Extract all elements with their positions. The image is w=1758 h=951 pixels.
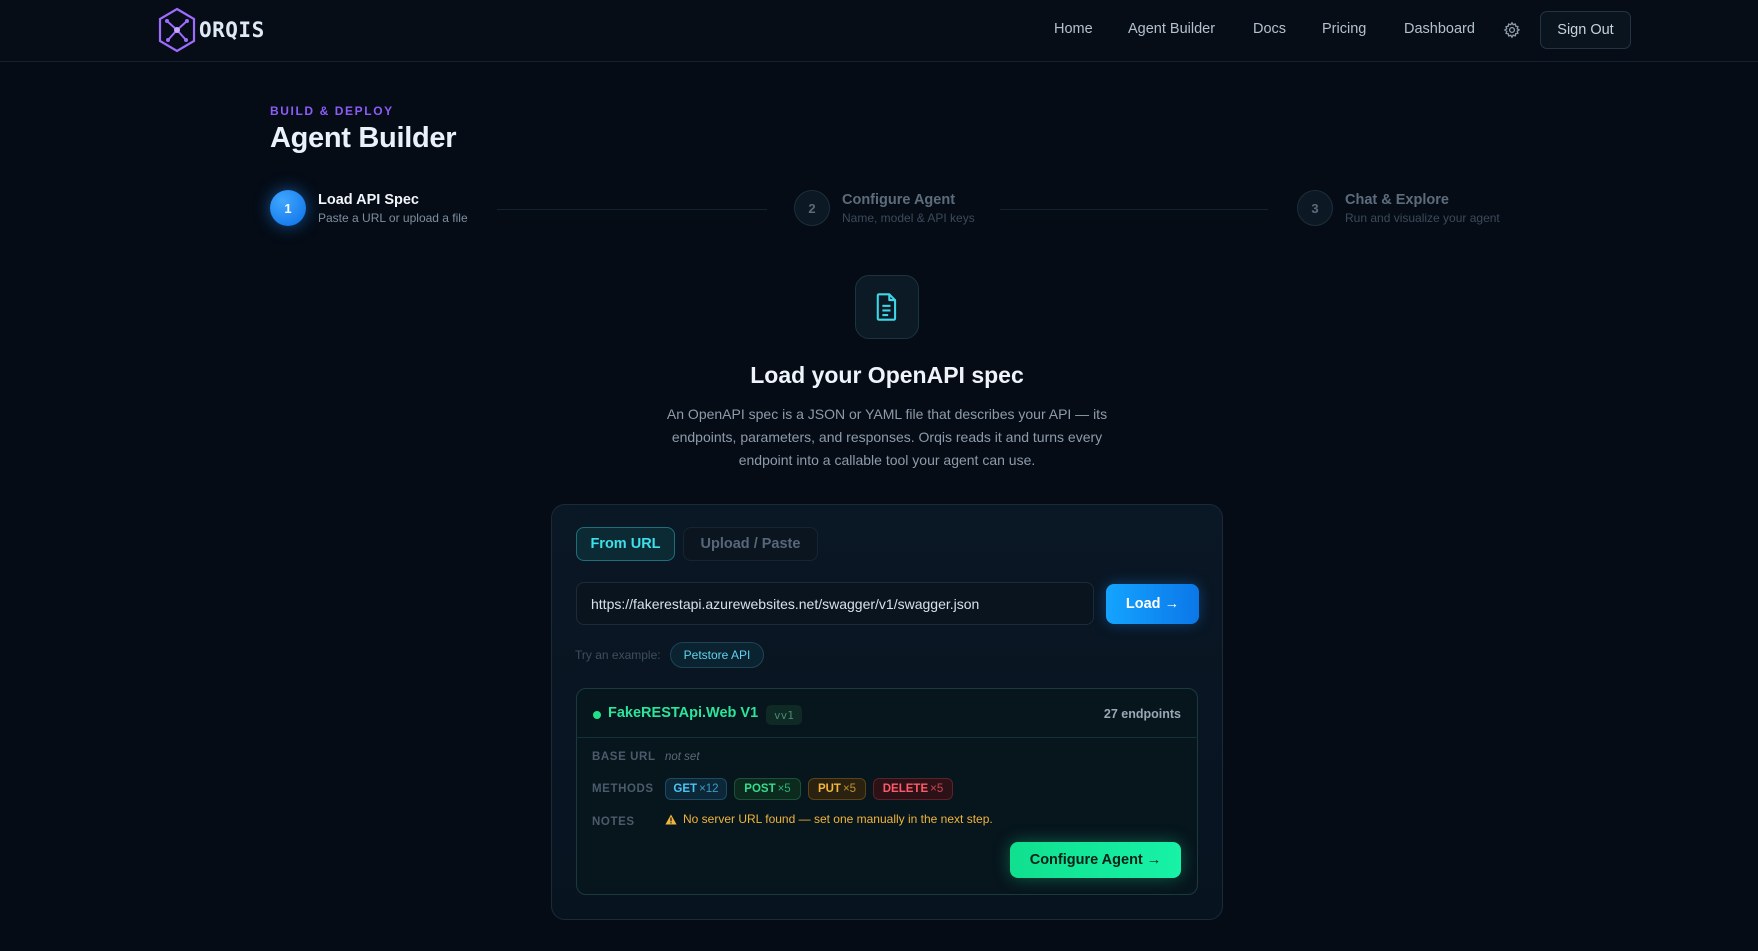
method-name: POST <box>744 783 776 795</box>
api-name: FakeRESTApi.Web V1 <box>608 705 759 721</box>
step-3-title: Chat & Explore <box>1345 192 1449 208</box>
step-2-subtitle: Name, model & API keys <box>842 211 975 225</box>
method-count: ×5 <box>842 783 857 795</box>
spec-url-input[interactable] <box>576 582 1094 625</box>
notes-warning: No server URL found — set one manually i… <box>665 812 993 826</box>
step-2-title: Configure Agent <box>842 192 956 208</box>
document-icon-badge <box>855 275 919 339</box>
endpoint-count: 27 endpoints <box>1103 707 1181 721</box>
step-1-number: 1 <box>270 190 306 226</box>
warning-icon <box>665 814 677 824</box>
nav-agent-builder[interactable]: Agent Builder <box>1128 21 1215 37</box>
step-1-title: Load API Spec <box>318 192 419 208</box>
base-url-value: not set <box>665 751 700 763</box>
status-dot <box>593 711 601 719</box>
tab-upload-paste[interactable]: Upload / Paste <box>683 527 818 561</box>
page-eyebrow: BUILD & DEPLOY <box>270 104 394 118</box>
step-3-subtitle: Run and visualize your agent <box>1345 211 1500 225</box>
method-name: DELETE <box>882 783 929 795</box>
gear-icon[interactable] <box>1503 21 1521 39</box>
sign-out-button[interactable]: Sign Out <box>1540 11 1631 49</box>
step-connector <box>497 209 767 210</box>
step-2-number: 2 <box>794 190 830 226</box>
step-3-number: 3 <box>1297 190 1333 226</box>
load-button[interactable]: Load → <box>1106 584 1199 624</box>
brand-logo[interactable]: ORQIS <box>157 6 265 54</box>
orqis-logo-icon <box>158 7 196 53</box>
top-nav: ORQIS Home Agent Builder Docs Pricing Da… <box>0 0 1758 62</box>
hero-description: An OpenAPI spec is a JSON or YAML file t… <box>666 406 1108 468</box>
base-url-label: BASE URL <box>592 751 656 763</box>
method-count: ×5 <box>930 783 944 795</box>
method-badge-delete: DELETE ×5 <box>873 778 953 800</box>
tab-from-url[interactable]: From URL <box>576 527 675 561</box>
page-title: Agent Builder <box>270 122 457 154</box>
method-count: ×12 <box>699 783 719 795</box>
nav-docs[interactable]: Docs <box>1253 21 1286 37</box>
method-name: PUT <box>817 783 841 795</box>
document-icon <box>876 293 897 321</box>
hero-title: Load your OpenAPI spec <box>750 362 1024 388</box>
api-version-badge: vv1 <box>766 705 802 725</box>
step-1-subtitle: Paste a URL or upload a file <box>318 211 468 225</box>
nav-dashboard[interactable]: Dashboard <box>1404 21 1475 37</box>
notes-text: No server URL found — set one manually i… <box>683 812 993 826</box>
notes-label: NOTES <box>592 816 635 828</box>
nav-pricing[interactable]: Pricing <box>1322 21 1366 37</box>
example-petstore-chip[interactable]: Petstore API <box>670 642 764 668</box>
configure-agent-button[interactable]: Configure Agent → <box>1010 842 1181 878</box>
nav-home[interactable]: Home <box>1054 21 1093 37</box>
brand-name: ORQIS <box>199 18 265 42</box>
example-label: Try an example: <box>575 648 661 662</box>
method-name: GET <box>673 783 698 795</box>
method-badge-put: PUT ×5 <box>808 778 866 800</box>
methods-label: METHODS <box>592 783 654 795</box>
method-badge-get: GET ×12 <box>665 778 727 800</box>
step-connector <box>1000 209 1268 210</box>
method-badge-post: POST ×5 <box>734 778 801 800</box>
method-count: ×5 <box>777 783 791 795</box>
